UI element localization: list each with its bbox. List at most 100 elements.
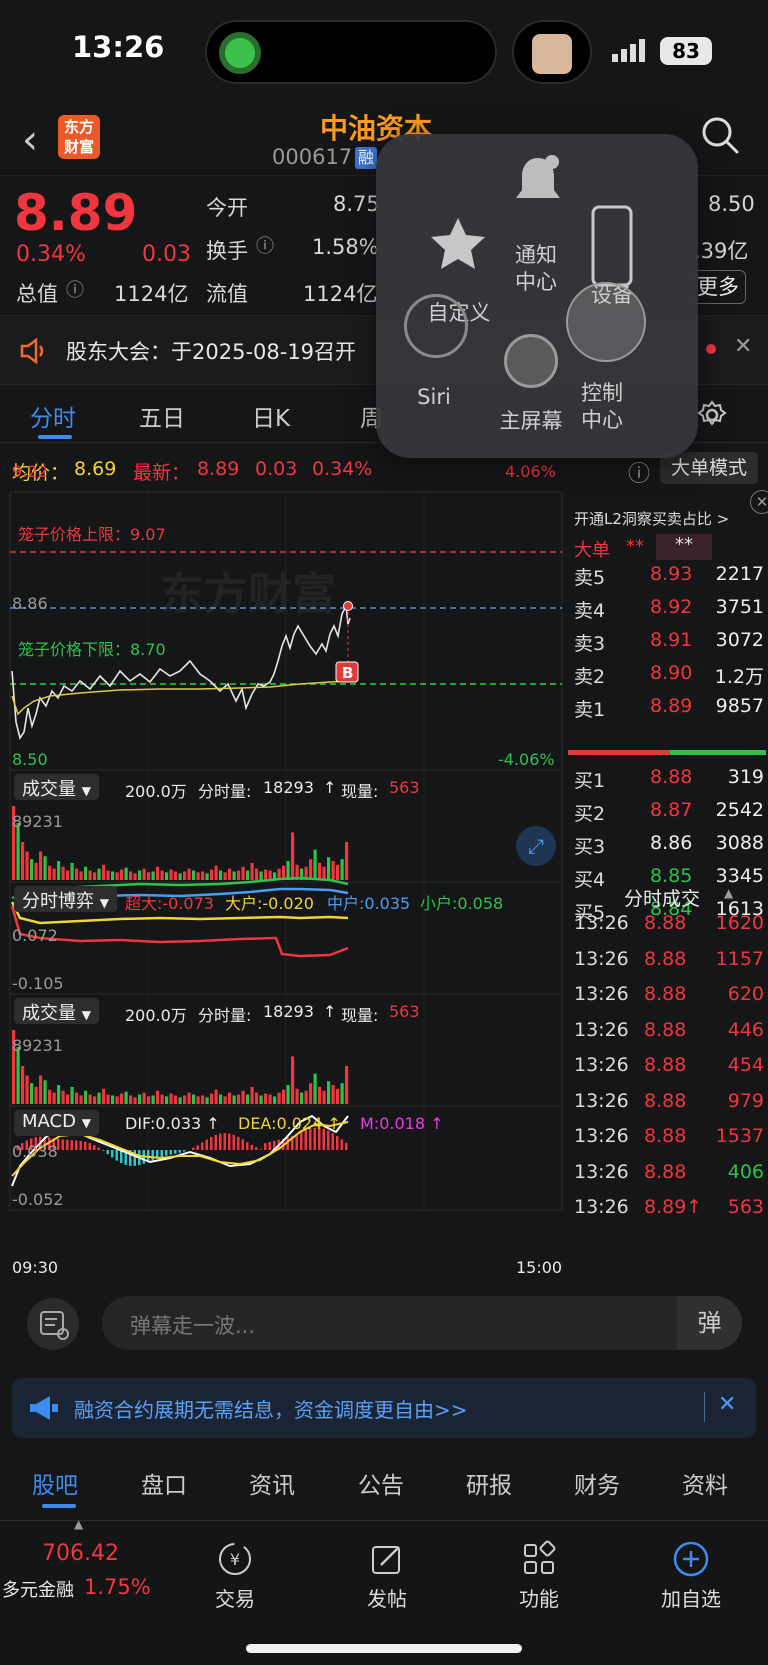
more-button[interactable]: 更多 <box>690 270 746 304</box>
ask-price: 8.93 <box>650 563 693 585</box>
volume-bar <box>183 871 187 880</box>
siri-icon[interactable] <box>404 294 468 358</box>
macd-bar <box>174 1150 177 1154</box>
macd-bar <box>255 1147 258 1150</box>
banner-close-icon[interactable]: ✕ <box>718 1392 736 1417</box>
macd-bar <box>327 1130 330 1150</box>
info-icon[interactable]: ⓘ <box>66 276 84 302</box>
float-value: 1124亿 <box>303 282 378 306</box>
macd-bar <box>250 1144 253 1150</box>
macd-dea: DEA:0.024 ↑ <box>238 1114 341 1133</box>
danmu-send-button[interactable]: 弹 <box>677 1296 742 1350</box>
volume-bar <box>21 1066 25 1104</box>
caret-up-icon[interactable]: ▲ <box>724 886 733 900</box>
control-center-icon[interactable] <box>566 282 646 362</box>
battery-icon: 83 <box>660 37 712 65</box>
expand-icon[interactable]: ⤢ <box>516 826 556 866</box>
mcap-label: 总值 <box>16 282 58 306</box>
turnover-label: 换手 <box>206 239 248 263</box>
game-selector[interactable]: 分时博弈 ▼ <box>14 886 117 912</box>
volume-bar <box>340 1083 344 1104</box>
bell-icon[interactable] <box>510 152 566 212</box>
edit-icon <box>372 1546 400 1574</box>
home-indicator[interactable] <box>246 1644 522 1653</box>
tab-five-day[interactable]: 五日 <box>139 399 185 433</box>
tick-volume: 406 <box>727 1160 764 1183</box>
macd-bar <box>196 1145 199 1150</box>
volume-bar <box>232 871 236 880</box>
pct-top-label: 4.06% <box>505 462 556 481</box>
volume-bar <box>214 1089 218 1104</box>
tab-pankou[interactable]: 盘口 <box>141 1466 187 1500</box>
volume-bar <box>30 1083 34 1104</box>
macd-bar <box>93 1145 96 1150</box>
vol-now-label: 现量: <box>341 782 379 801</box>
ask-row: 卖5 8.93 2217 <box>566 563 768 591</box>
turnover-info-icon[interactable]: ⓘ <box>256 232 274 258</box>
volume-bar <box>30 859 34 880</box>
tab-announcement[interactable]: 公告 <box>358 1466 404 1500</box>
home-button-icon[interactable] <box>504 334 558 388</box>
vol-time-label-2: 分时量: <box>198 1006 252 1025</box>
buy-marker[interactable]: B <box>342 664 353 682</box>
bottom-nav: ▲ 706.42 多元金融 1.75% ¥ 交易 发帖 功能 加自选 <box>0 1517 768 1665</box>
tab-news[interactable]: 资讯 <box>249 1466 295 1500</box>
vol-max-label-2: 89231 <box>12 1036 63 1055</box>
nav-post[interactable]: 发帖 <box>332 1539 442 1612</box>
volume-bar <box>39 851 43 880</box>
volume-bar <box>57 1085 61 1104</box>
l2-promo[interactable]: 开通L2洞察买卖占比 > <box>574 508 729 529</box>
macd-dif: DIF:0.033 ↑ <box>125 1114 220 1133</box>
settings-gear-icon[interactable] <box>696 399 728 431</box>
margin-badge: 融 <box>355 147 377 169</box>
ask-price: 8.92 <box>650 596 693 618</box>
dynamic-island[interactable] <box>205 20 497 84</box>
volume-bar <box>196 872 200 880</box>
volume-selector-2[interactable]: 成交量 ▼ <box>14 998 99 1024</box>
big-order-mode-button[interactable]: 大单模式 <box>660 452 758 484</box>
macd-bar <box>178 1150 181 1153</box>
tab-finance[interactable]: 财务 <box>574 1466 620 1500</box>
avatar-pill[interactable] <box>512 20 592 84</box>
tab-profile[interactable]: 资料 <box>682 1466 728 1500</box>
macd-selector[interactable]: MACD ▼ <box>14 1110 99 1136</box>
volume-bar <box>219 1094 223 1104</box>
tab-intraday[interactable]: 分时 <box>30 399 76 433</box>
volume-bar <box>52 868 56 880</box>
close-icon[interactable]: ✕ <box>750 490 768 514</box>
volume-bar <box>115 872 119 880</box>
volume-bar <box>255 868 259 880</box>
volume-bar <box>75 1092 79 1104</box>
nav-trade[interactable]: ¥ 交易 <box>180 1539 290 1612</box>
nav-functions[interactable]: 功能 <box>484 1539 594 1612</box>
danmu-input[interactable]: 弹幕走一波... 弹 <box>102 1296 742 1350</box>
volume-bar <box>133 1097 137 1104</box>
back-chevron-icon[interactable]: ‹ <box>22 117 38 163</box>
tab-research[interactable]: 研报 <box>466 1466 512 1500</box>
search-icon[interactable] <box>700 115 740 155</box>
macd-bar <box>183 1150 186 1152</box>
volume-bar <box>97 1092 101 1104</box>
volume-bar <box>331 861 335 880</box>
danmu-settings-icon[interactable] <box>27 1298 79 1350</box>
caret-up-icon[interactable]: ▲ <box>74 1517 83 1531</box>
tab-guba[interactable]: 股吧 <box>32 1466 78 1500</box>
tab-daily-k[interactable]: 日K <box>252 399 290 433</box>
volume-bar <box>124 1091 128 1104</box>
macd-bar <box>232 1134 235 1150</box>
help-icon[interactable]: ⓘ <box>628 456 650 488</box>
ask-row: 卖1 8.89 9857 <box>566 695 768 723</box>
macd-bar <box>70 1140 73 1150</box>
volume-selector-1[interactable]: 成交量 ▼ <box>14 774 99 800</box>
volume-bar <box>223 1096 227 1104</box>
phone-icon[interactable] <box>590 204 634 288</box>
close-icon[interactable]: ✕ <box>734 334 752 359</box>
volume-bar <box>219 870 223 880</box>
index-value[interactable]: 706.42 <box>42 1541 119 1566</box>
promo-banner[interactable]: 融资合约展期无需结息，资金调度更自由>> ✕ <box>12 1378 756 1438</box>
tick-row: 13:26 8.88 1620 <box>566 912 768 940</box>
macd-bar <box>219 1133 222 1150</box>
nav-add-watchlist[interactable]: 加自选 <box>636 1539 746 1612</box>
star-icon[interactable] <box>428 214 488 274</box>
change-amount: 0.03 <box>142 242 191 267</box>
